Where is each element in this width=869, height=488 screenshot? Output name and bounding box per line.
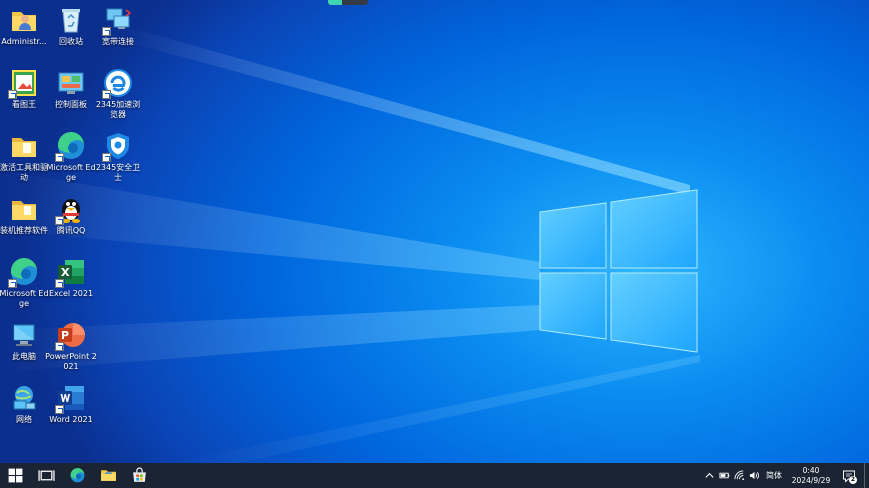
network-status-button[interactable] (732, 463, 747, 488)
icon-label: Word 2021 (49, 415, 93, 424)
notification-count-badge: 2 (849, 476, 857, 484)
clock-time: 0:40 (802, 465, 820, 475)
recycle-bin-icon (55, 4, 87, 36)
desktop-icon-administrator[interactable]: Administr... (0, 4, 48, 64)
show-hidden-icons-button[interactable] (702, 463, 717, 488)
desktop-icon-recycle-bin[interactable]: 回收站 (47, 4, 95, 64)
clock-date: 2024/9/29 (791, 475, 831, 485)
icon-label: 此电脑 (12, 352, 36, 361)
shortcut-arrow-icon (55, 279, 64, 288)
shield-icon (102, 130, 134, 162)
qq-penguin-icon (55, 193, 87, 225)
store-icon (133, 467, 146, 482)
windows-logo (539, 189, 698, 353)
control-panel-icon (55, 67, 87, 99)
edge-icon (8, 256, 40, 288)
icon-label: 宽带连接 (102, 37, 134, 46)
desktop-icon-word-2021[interactable]: Word 2021 (47, 382, 95, 442)
desktop-icon-network[interactable]: 网络 (0, 382, 48, 442)
shortcut-arrow-icon (8, 279, 17, 288)
icon-label: 装机推荐软件 (0, 226, 48, 235)
icon-label: Excel 2021 (48, 289, 94, 298)
powerpoint-icon (55, 319, 87, 351)
desktop-icon-browser-2345[interactable]: 2345加速浏览器 (94, 67, 142, 127)
desktop-icon-edge-2[interactable]: Microsoft Edge (0, 256, 49, 316)
excel-icon (55, 256, 87, 288)
clock[interactable]: 0:40 2024/9/29 (788, 466, 834, 486)
desktop-icon-excel-2021[interactable]: Excel 2021 (47, 256, 95, 316)
task-view-icon (38, 470, 55, 481)
desktop-icon-security-2345[interactable]: 2345安全卫士 (94, 130, 142, 190)
icon-label: Microsoft Edge (0, 289, 49, 308)
icon-label: 回收站 (59, 37, 83, 46)
taskbar-store-button[interactable] (124, 463, 155, 488)
start-button[interactable] (0, 463, 31, 488)
desktop-icon-this-pc[interactable]: 此电脑 (0, 319, 48, 379)
icon-label: 腾讯QQ (56, 226, 86, 235)
top-progress-bar (328, 0, 368, 5)
shortcut-arrow-icon (8, 90, 17, 99)
word-icon (55, 382, 87, 414)
icon-label: 激活工具和驱动 (0, 163, 48, 182)
browser-2345-icon (102, 67, 134, 99)
desktop-icon-activation-tools[interactable]: 激活工具和驱动 (0, 130, 48, 190)
icon-label: 控制面板 (55, 100, 87, 109)
shortcut-arrow-icon (55, 153, 64, 162)
computer-icon (8, 319, 40, 351)
chevron-up-icon (705, 472, 714, 478)
broadband-icon (102, 4, 134, 36)
shortcut-arrow-icon (102, 90, 111, 99)
file-explorer-icon (101, 470, 116, 481)
desktop-icon-control-panel[interactable]: 控制面板 (47, 67, 95, 127)
image-viewer-icon (8, 67, 40, 99)
system-tray: 简体 0:40 2024/9/29 2 (702, 463, 869, 488)
shortcut-arrow-icon (55, 342, 64, 351)
desktop-icon-recommended-software[interactable]: 装机推荐软件 (0, 193, 48, 253)
network-icon (8, 382, 40, 414)
shortcut-arrow-icon (55, 216, 64, 225)
icon-label: 2345加速浏览器 (95, 100, 141, 119)
shortcut-arrow-icon (102, 153, 111, 162)
desktop-icon-edge-1[interactable]: Microsoft Edge (46, 130, 96, 190)
folder-icon (8, 130, 40, 162)
battery-icon (719, 472, 730, 479)
icon-label: 看图王 (12, 100, 36, 109)
start-icon (8, 468, 23, 483)
desktop-icon-powerpoint-2021[interactable]: PowerPoint 2021 (45, 319, 97, 379)
icon-label: Administr... (1, 37, 47, 46)
icon-label: 网络 (16, 415, 32, 424)
input-method-indicator[interactable]: 简体 (762, 470, 788, 481)
notification-center-button[interactable]: 2 (834, 463, 864, 488)
wifi-icon (734, 470, 745, 481)
taskbar-file-explorer-button[interactable] (93, 463, 124, 488)
volume-button[interactable] (747, 463, 762, 488)
user-folder-icon (8, 4, 40, 36)
desktop-icon-broadband-connection[interactable]: 宽带连接 (94, 4, 142, 64)
desktop-icon-grid: Administr... 看图王 激活工具和驱动 装机推荐软件 Microsof… (0, 0, 150, 460)
desktop-icon-tencent-qq[interactable]: 腾讯QQ (47, 193, 95, 253)
taskbar-edge-button[interactable] (62, 463, 93, 488)
icon-label: Microsoft Edge (46, 163, 96, 182)
icon-label: PowerPoint 2021 (45, 352, 97, 371)
folder-icon (8, 193, 40, 225)
show-desktop-button[interactable] (864, 463, 869, 488)
shortcut-arrow-icon (102, 27, 111, 36)
edge-icon (55, 130, 87, 162)
shortcut-arrow-icon (55, 405, 64, 414)
edge-icon (70, 468, 85, 483)
icon-label: 2345安全卫士 (95, 163, 141, 182)
top-progress-fill (328, 0, 342, 5)
desktop-icon-kantu-wang[interactable]: 看图王 (0, 67, 48, 127)
speaker-icon (749, 471, 760, 480)
battery-button[interactable] (717, 463, 732, 488)
taskbar: 简体 0:40 2024/9/29 2 (0, 463, 869, 488)
task-view-button[interactable] (31, 463, 62, 488)
